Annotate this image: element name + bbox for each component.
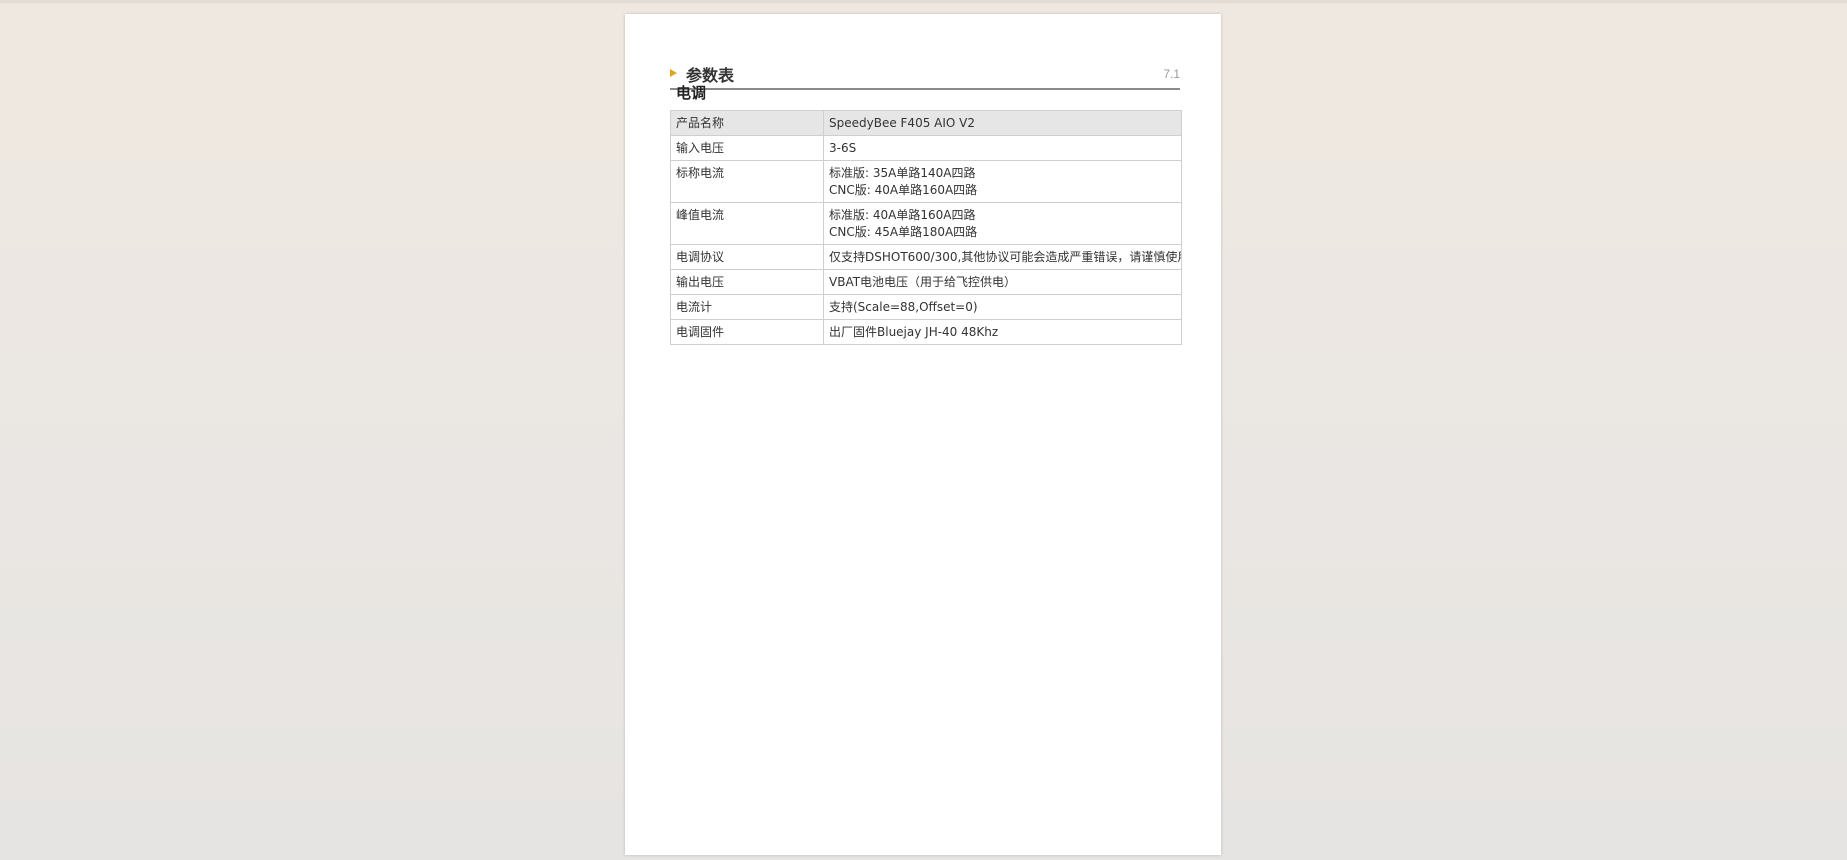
spec-value: 支持(Scale=88,Offset=0) (823, 294, 1182, 320)
document-page: 参数表 7.1 电调 产品名称 SpeedyBee F405 AIO V2 输入… (625, 14, 1221, 855)
window-top-edge (0, 0, 1847, 3)
spec-value: 标准版: 35A单路140A四路 CNC版: 40A单路160A四路 (823, 160, 1182, 203)
spec-value: 标准版: 40A单路160A四路 CNC版: 45A单路180A四路 (823, 202, 1182, 245)
spec-label: 电调固件 (670, 319, 824, 345)
spec-value-line: SpeedyBee F405 AIO V2 (829, 116, 976, 130)
spec-value-line: VBAT电池电压（用于给飞控供电） (829, 275, 1017, 289)
spec-label: 标称电流 (670, 160, 824, 203)
triangle-bullet-icon (670, 69, 677, 77)
subsection-title: 电调 (676, 84, 707, 102)
table-row: 峰值电流 标准版: 40A单路160A四路 CNC版: 45A单路180A四路 (670, 202, 1182, 245)
spec-value: 出厂固件Bluejay JH-40 48Khz (823, 319, 1182, 345)
spec-label: 电调协议 (670, 244, 824, 270)
table-row: 输出电压 VBAT电池电压（用于给飞控供电） (670, 269, 1182, 295)
table-row: 电流计 支持(Scale=88,Offset=0) (670, 294, 1182, 320)
spec-label: 输出电压 (670, 269, 824, 295)
spec-table: 产品名称 SpeedyBee F405 AIO V2 输入电压 3-6S 标称电… (670, 110, 1182, 345)
spec-value: 仅支持DSHOT600/300,其他协议可能会造成严重错误，请谨慎使用 (823, 244, 1182, 270)
table-row: 输入电压 3-6S (670, 135, 1182, 161)
spec-value: SpeedyBee F405 AIO V2 (823, 110, 1182, 136)
spec-value-line: 标准版: 40A单路160A四路 (829, 208, 976, 222)
spec-value-line: CNC版: 45A单路180A四路 (829, 225, 978, 239)
spec-value-line: 支持(Scale=88,Offset=0) (829, 300, 978, 314)
spec-value-line: 仅支持DSHOT600/300,其他协议可能会造成严重错误，请谨慎使用 (829, 250, 1182, 264)
section-number: 7.1 (1163, 67, 1180, 81)
spec-value: 3-6S (823, 135, 1182, 161)
spec-label: 峰值电流 (670, 202, 824, 245)
spec-label: 电流计 (670, 294, 824, 320)
spec-label: 产品名称 (670, 110, 824, 136)
table-row: 标称电流 标准版: 35A单路140A四路 CNC版: 40A单路160A四路 (670, 160, 1182, 203)
spec-value-line: 3-6S (829, 141, 857, 155)
spec-value: VBAT电池电压（用于给飞控供电） (823, 269, 1182, 295)
spec-label: 输入电压 (670, 135, 824, 161)
table-row: 产品名称 SpeedyBee F405 AIO V2 (670, 110, 1182, 136)
spec-value-line: 出厂固件Bluejay JH-40 48Khz (829, 325, 999, 339)
table-row: 电调协议 仅支持DSHOT600/300,其他协议可能会造成严重错误，请谨慎使用 (670, 244, 1182, 270)
table-row: 电调固件 出厂固件Bluejay JH-40 48Khz (670, 319, 1182, 345)
spec-value-line: 标准版: 35A单路140A四路 (829, 166, 976, 180)
spec-value-line: CNC版: 40A单路160A四路 (829, 183, 978, 197)
section-header: 参数表 7.1 (670, 50, 1180, 90)
